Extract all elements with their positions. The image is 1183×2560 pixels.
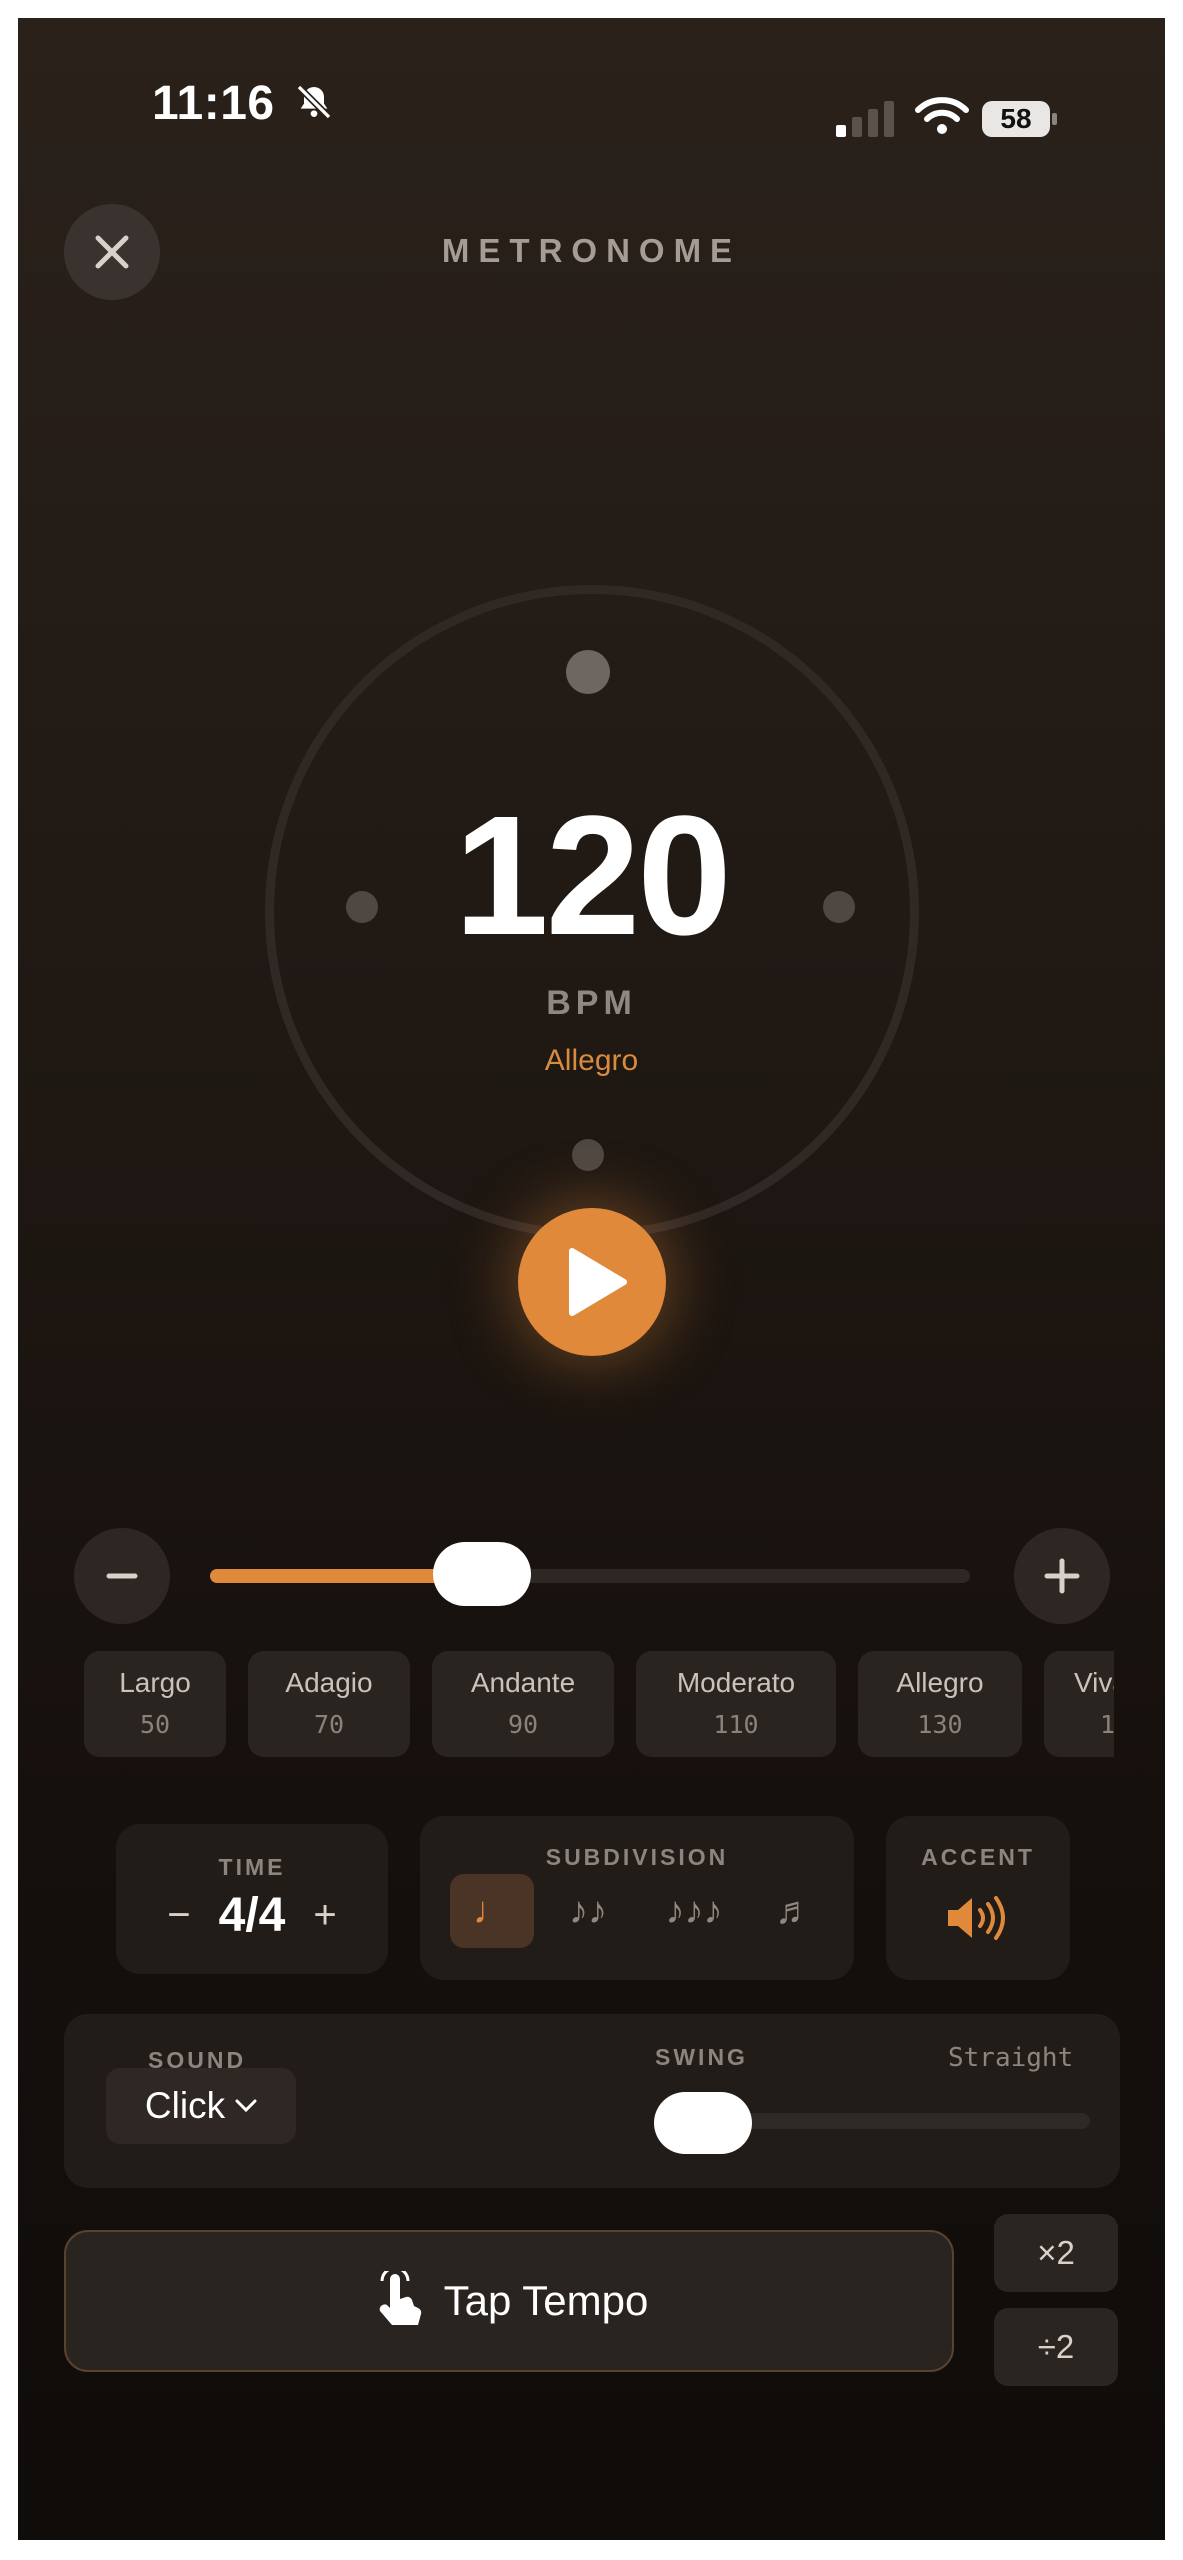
- sound-value: Click: [144, 2085, 226, 2126]
- tempo-marking: Allegro: [544, 1044, 639, 1077]
- chevron-down-icon: [235, 2099, 257, 2113]
- cellular-signal-icon: [834, 99, 898, 139]
- minus-icon: [106, 1573, 138, 1579]
- hand-pointer-icon: [379, 2271, 421, 2325]
- beat-dot-1: [566, 650, 610, 694]
- beat-dot-3: [572, 1139, 604, 1171]
- tempo-slider-thumb[interactable]: [433, 1542, 531, 1606]
- preset-vivace[interactable]: Vivace 1: [1044, 1651, 1114, 1757]
- bpm-unit-label: BPM: [546, 984, 637, 1022]
- increase-tempo-button[interactable]: [1014, 1528, 1110, 1624]
- speaker-icon: [944, 1894, 1012, 1947]
- subdivision-card: SUBDIVISION ♩ ♪♪ ♪♪♪ ♬: [420, 1816, 854, 1980]
- bpm-value: 120: [454, 781, 732, 971]
- preset-allegro[interactable]: Allegro 130: [858, 1651, 1022, 1757]
- time-increase-button[interactable]: +: [313, 1893, 336, 1938]
- preset-andante[interactable]: Andante 90: [432, 1651, 614, 1757]
- battery-percent: 58: [1000, 103, 1032, 134]
- subdivision-eighth[interactable]: ♪♪: [546, 1874, 630, 1948]
- time-decrease-button[interactable]: −: [167, 1893, 190, 1938]
- half-tempo-button[interactable]: ÷2: [994, 2308, 1118, 2386]
- swing-value: Straight: [948, 2043, 1074, 2073]
- accent-label: ACCENT: [921, 1844, 1035, 1870]
- subdivision-sixteenth[interactable]: ♬: [752, 1874, 836, 1948]
- battery-indicator: 58: [982, 101, 1058, 141]
- page-title: METRONOME: [441, 232, 742, 269]
- time-label: TIME: [218, 1854, 286, 1880]
- tap-tempo-button[interactable]: Tap Tempo: [64, 2230, 954, 2372]
- preset-adagio[interactable]: Adagio 70: [248, 1651, 410, 1757]
- play-icon: [569, 1248, 627, 1316]
- plus-icon: [1044, 1558, 1080, 1594]
- double-tempo-button[interactable]: ×2: [994, 2214, 1118, 2292]
- preset-moderato[interactable]: Moderato 110: [636, 1651, 836, 1757]
- subdivision-triplet[interactable]: ♪♪♪: [642, 1874, 746, 1948]
- subdivision-quarter[interactable]: ♩: [450, 1874, 534, 1948]
- preset-largo[interactable]: Largo 50: [84, 1651, 226, 1757]
- metronome-screen: 11:16 58 METRONOME 120 BPM Allegro Largo…: [18, 18, 1165, 2540]
- play-button[interactable]: [518, 1208, 666, 1356]
- time-signature-card: TIME − 4/4 +: [116, 1824, 388, 1974]
- subdivision-label: SUBDIVISION: [545, 1844, 729, 1870]
- swing-label: SWING: [655, 2044, 748, 2070]
- time-signature-value: 4/4: [218, 1889, 286, 1942]
- swing-slider-thumb[interactable]: [654, 2092, 752, 2154]
- tempo-presets: Largo 50 Adagio 70 Andante 90 Moderato 1…: [84, 1651, 1114, 1757]
- wifi-icon: [914, 96, 970, 136]
- tap-tempo-label: Tap Tempo: [443, 2277, 649, 2324]
- bell-mute-icon: [294, 79, 334, 134]
- sound-select[interactable]: Click: [106, 2068, 296, 2144]
- decrease-tempo-button[interactable]: [74, 1528, 170, 1624]
- status-time: 11:16: [152, 76, 334, 134]
- accent-card[interactable]: ACCENT: [886, 1816, 1070, 1980]
